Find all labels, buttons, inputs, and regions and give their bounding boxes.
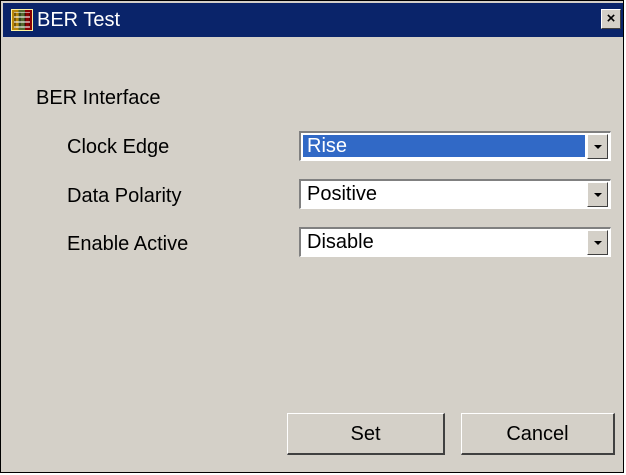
window-title: BER Test	[37, 9, 120, 31]
clock-edge-label: Clock Edge	[67, 136, 170, 158]
data-polarity-select[interactable]: Positive	[299, 179, 611, 209]
chevron-down-icon[interactable]	[587, 182, 608, 207]
ber-test-dialog: BER Test × BER Interface Clock Edge Rise…	[0, 0, 624, 473]
chevron-down-icon[interactable]	[587, 134, 608, 159]
enable-active-value: Disable	[307, 231, 374, 253]
enable-active-select[interactable]: Disable	[299, 227, 611, 257]
group-label-ber-interface: BER Interface	[36, 87, 161, 109]
app-icon	[11, 9, 33, 31]
enable-active-label: Enable Active	[67, 233, 189, 255]
set-button[interactable]: Set	[287, 413, 445, 455]
close-icon: ×	[606, 10, 616, 27]
chevron-down-icon[interactable]	[587, 230, 608, 255]
data-polarity-value: Positive	[307, 183, 378, 205]
title-bar[interactable]: BER Test ×	[3, 3, 623, 37]
clock-edge-select[interactable]: Rise	[299, 131, 611, 161]
clock-edge-value: Rise	[302, 134, 586, 158]
close-button[interactable]: ×	[601, 9, 621, 29]
cancel-button[interactable]: Cancel	[461, 413, 615, 455]
data-polarity-label: Data Polarity	[67, 185, 182, 207]
